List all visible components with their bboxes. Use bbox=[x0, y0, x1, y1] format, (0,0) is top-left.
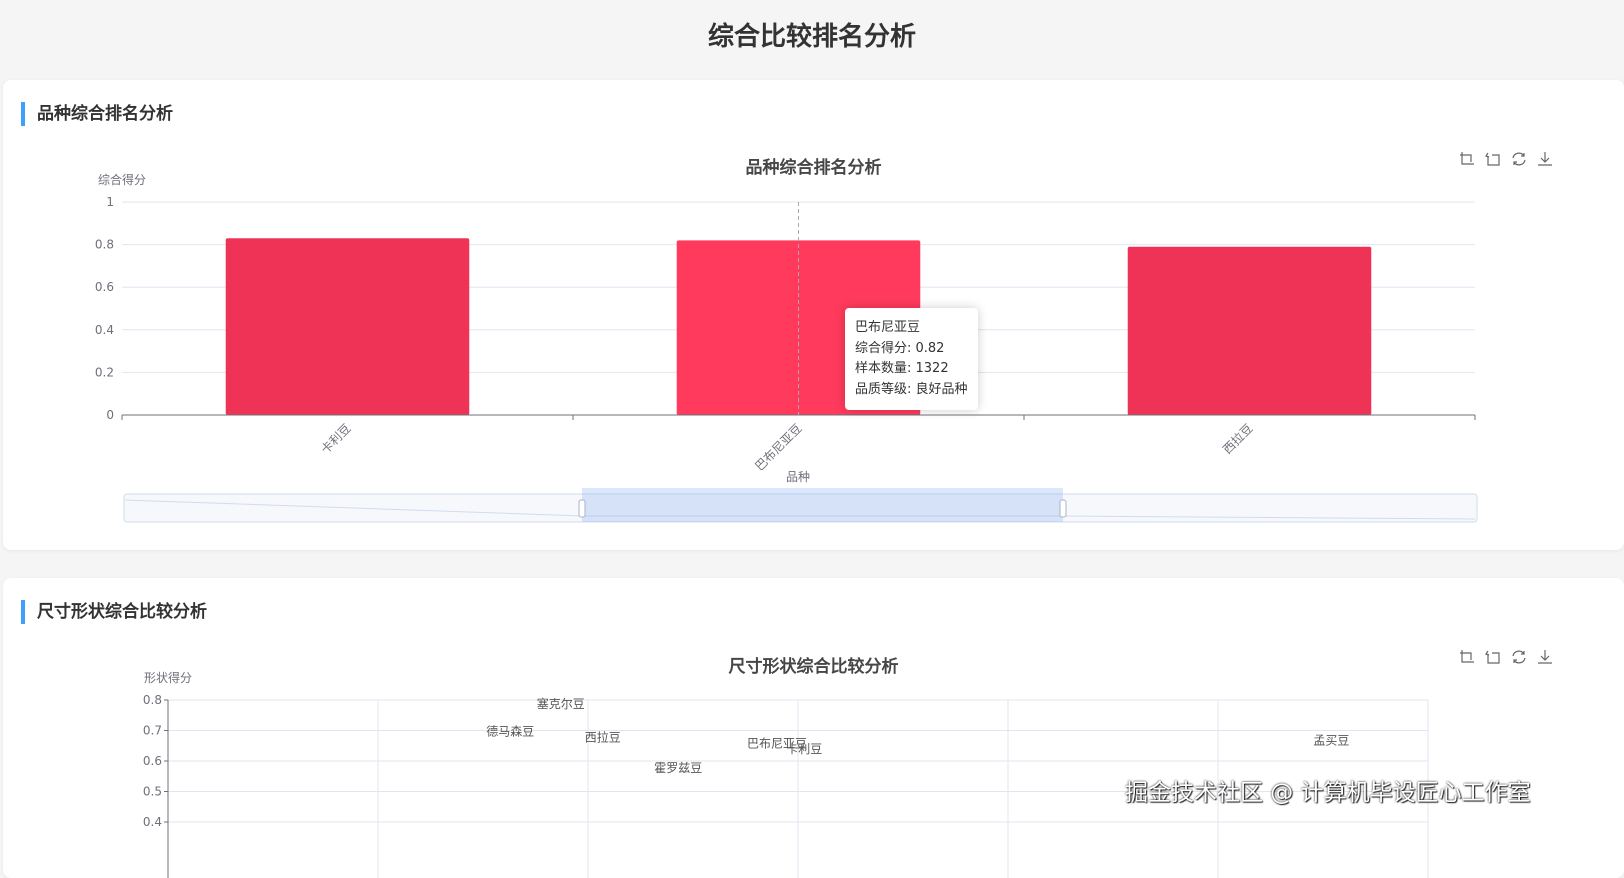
x-tick-label: 西拉豆 bbox=[1220, 421, 1256, 457]
y-axis-label: 形状得分 bbox=[144, 670, 192, 685]
x-tick-label: 巴布尼亚豆 bbox=[752, 421, 804, 473]
y-tick-label: 0.5 bbox=[143, 785, 162, 799]
point-label: 西拉豆 bbox=[585, 730, 621, 745]
y-tick-label: 0.4 bbox=[95, 323, 114, 337]
y-tick-label: 0.2 bbox=[95, 365, 114, 379]
bar bbox=[1128, 247, 1372, 415]
page-title: 综合比较排名分析 bbox=[0, 16, 1624, 53]
datazoom-selection bbox=[582, 488, 1063, 522]
point-label: 德马森豆 bbox=[486, 723, 534, 738]
tooltip-samples: 样本数量: 1322 bbox=[855, 359, 968, 380]
bar-chart: 综合得分00.20.40.60.81卡利豆巴布尼亚豆西拉豆品种 bbox=[3, 80, 1624, 550]
datazoom-handle-right bbox=[1060, 500, 1066, 517]
x-axis-label: 品种 bbox=[786, 470, 810, 484]
scatter-chart: 形状得分0.40.50.60.70.8塞克尔豆德马森豆西拉豆巴布尼亚豆卡利豆霍罗… bbox=[3, 578, 1624, 878]
point-label: 霍罗兹豆 bbox=[654, 761, 702, 775]
y-axis-label: 综合得分 bbox=[98, 172, 146, 187]
point-label: 孟买豆 bbox=[1313, 734, 1349, 748]
size-shape-card: 尺寸形状综合比较分析 尺寸形状综合比较分析 形状得分0.40.50.60.70.… bbox=[3, 578, 1624, 878]
y-tick-label: 0.7 bbox=[143, 724, 162, 738]
tooltip-name: 巴布尼亚豆 bbox=[855, 318, 968, 339]
tooltip-score: 综合得分: 0.82 bbox=[855, 339, 968, 360]
y-tick-label: 0.6 bbox=[143, 754, 162, 768]
y-tick-label: 0.8 bbox=[95, 238, 114, 252]
watermark: 掘金技术社区 @ 计算机毕设匠心工作室 bbox=[1125, 773, 1531, 807]
y-tick-label: 0.8 bbox=[143, 693, 162, 707]
x-tick-label: 卡利豆 bbox=[318, 421, 353, 456]
point-label: 卡利豆 bbox=[786, 742, 822, 756]
tooltip: 巴布尼亚豆 综合得分: 0.82 样本数量: 1322 品质等级: 良好品种 bbox=[845, 308, 978, 410]
point-label: 塞克尔豆 bbox=[537, 696, 585, 711]
y-tick-label: 0.4 bbox=[143, 815, 162, 829]
y-tick-label: 1 bbox=[106, 195, 114, 209]
y-tick-label: 0.6 bbox=[95, 280, 114, 294]
y-tick-label: 0 bbox=[106, 408, 114, 422]
tooltip-grade: 品质等级: 良好品种 bbox=[855, 380, 968, 401]
bar bbox=[226, 238, 470, 415]
variety-ranking-card: 品种综合排名分析 品种综合排名分析 综合得分00.20.40.60.81卡利豆巴… bbox=[3, 80, 1624, 550]
datazoom-handle-left bbox=[579, 500, 585, 517]
